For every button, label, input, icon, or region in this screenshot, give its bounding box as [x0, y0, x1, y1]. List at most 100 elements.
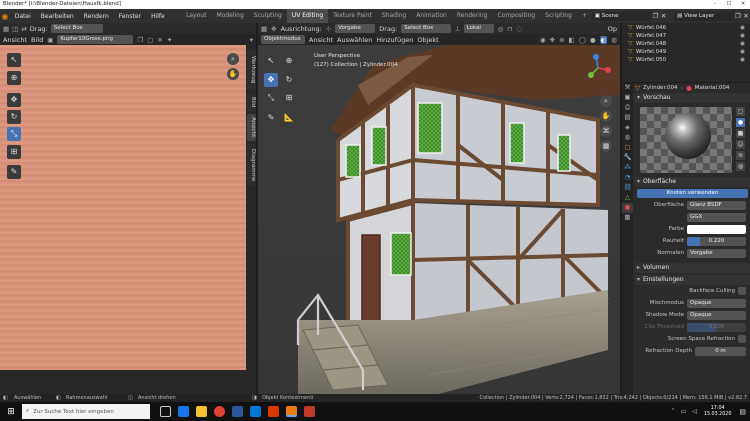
- tab-shading[interactable]: Shading: [377, 9, 411, 23]
- image-pin-icon[interactable]: ✦: [167, 36, 172, 44]
- image-unlink-icon[interactable]: ✕: [157, 36, 162, 44]
- material-tab-icon[interactable]: ●: [622, 203, 633, 213]
- vp-scale-tool-icon[interactable]: ⤡: [264, 91, 278, 105]
- material-shading-icon[interactable]: ◐: [599, 35, 608, 44]
- task-view-icon[interactable]: [159, 406, 171, 417]
- vp-annotate-tool-icon[interactable]: ✎: [264, 111, 278, 125]
- outliner-item[interactable]: ▽ Würfel.049 ◉: [622, 48, 750, 56]
- solid-shading-icon[interactable]: ●: [590, 36, 596, 44]
- mode-dropdown[interactable]: Objektmodus: [261, 35, 305, 44]
- shadow-mode-dropdown[interactable]: Opaque: [687, 310, 746, 320]
- uv-editor-type-icon[interactable]: ▦: [3, 25, 9, 33]
- uv-select-vertex-icon[interactable]: ◫: [12, 25, 18, 33]
- blender-taskbar-icon[interactable]: [285, 406, 297, 417]
- rotate-tool-icon[interactable]: ↻: [7, 110, 21, 124]
- xray-icon[interactable]: ◧: [569, 36, 575, 44]
- taskbar-clock[interactable]: 17:04 15.03.2020: [704, 406, 731, 418]
- proportional-icon[interactable]: ◌: [516, 25, 522, 33]
- settings-section-header[interactable]: Einstellungen: [635, 275, 750, 285]
- vp-ortho-icon[interactable]: ▦: [600, 140, 612, 152]
- visibility-icon[interactable]: ◉: [540, 36, 546, 44]
- uv-view-menu[interactable]: Ansicht: [3, 36, 27, 44]
- texture-tab-icon[interactable]: ▦: [622, 213, 633, 223]
- normal-dropdown[interactable]: Vorgabe: [687, 248, 746, 258]
- preview-cube-icon[interactable]: ■: [736, 129, 745, 138]
- cursor-tool-icon[interactable]: ⊕: [7, 71, 21, 85]
- tweak-tool-icon[interactable]: ↖: [7, 53, 21, 67]
- scene-selector[interactable]: ▣ Scene: [591, 11, 652, 21]
- viewport-menu-add[interactable]: Hinzufügen: [376, 36, 413, 44]
- chrome-icon[interactable]: [213, 406, 225, 417]
- scene-tab-icon[interactable]: ◈: [622, 123, 633, 133]
- options-label[interactable]: Op: [608, 25, 617, 33]
- eye-icon[interactable]: ◉: [740, 40, 745, 48]
- roughness-slider[interactable]: 0.220: [687, 236, 746, 246]
- tab-animation[interactable]: Animation: [411, 9, 452, 23]
- delete-scene-icon[interactable]: ✕: [660, 12, 668, 20]
- powerpoint-icon[interactable]: [267, 406, 279, 417]
- vp-transform-tool-icon[interactable]: ⊞: [282, 91, 296, 105]
- viewport-select-mode-dropdown[interactable]: Select Box: [401, 24, 452, 33]
- preview-flat-icon[interactable]: ▢: [736, 107, 745, 116]
- vp-zoom-icon[interactable]: ⌕: [600, 95, 612, 107]
- vp-pan-icon[interactable]: ✋: [600, 110, 612, 122]
- tab-sculpting[interactable]: Sculpting: [249, 9, 287, 23]
- pivot-icon[interactable]: ◎: [498, 25, 504, 33]
- word-icon[interactable]: [231, 406, 243, 417]
- wireframe-shading-icon[interactable]: ◯: [579, 36, 586, 44]
- uv-view-options-icon[interactable]: ▾: [250, 36, 253, 44]
- color-swatch[interactable]: [687, 224, 746, 234]
- tab-layout[interactable]: Layout: [181, 9, 211, 23]
- surface-shader-dropdown[interactable]: Glanz BSDF: [687, 200, 746, 210]
- delete-view-layer-icon[interactable]: ✕: [742, 12, 750, 20]
- vp-select-tool-icon[interactable]: ↖: [264, 54, 278, 68]
- blend-mode-dropdown[interactable]: Opaque: [687, 298, 746, 308]
- refraction-depth-field[interactable]: 0 m: [695, 346, 746, 356]
- preview-section-header[interactable]: Vorschau: [635, 93, 750, 103]
- tab-texture-paint[interactable]: Texture Paint: [328, 9, 377, 23]
- copper-texture-image[interactable]: [0, 45, 246, 370]
- clip-threshold-slider[interactable]: 0.500: [687, 322, 746, 332]
- viewport-editor-type-icon[interactable]: ▦: [261, 25, 267, 33]
- viewport-menu-view[interactable]: Ansicht: [309, 36, 333, 44]
- move-tool-icon[interactable]: ✥: [7, 93, 21, 107]
- distribution-dropdown[interactable]: GGX: [687, 212, 746, 222]
- preview-hair-icon[interactable]: ≋: [736, 151, 745, 160]
- tab-uv-editing[interactable]: UV Editing: [286, 9, 329, 23]
- surface-section-header[interactable]: Oberfläche: [635, 177, 750, 187]
- minimize-icon[interactable]: –: [708, 0, 722, 9]
- tab-ansicht[interactable]: Ansicht: [247, 114, 256, 141]
- backface-checkbox[interactable]: [738, 287, 746, 295]
- transform-space-dropdown[interactable]: Lokal: [463, 24, 494, 33]
- outliner-item[interactable]: ▽ Würfel.048 ◉: [622, 40, 750, 48]
- menu-edit[interactable]: Bearbeiten: [36, 13, 79, 20]
- uv-sync-icon[interactable]: ⇄: [21, 25, 26, 33]
- vp-cursor-tool-icon[interactable]: ⊕: [282, 54, 296, 68]
- eye-icon[interactable]: ◉: [740, 56, 745, 64]
- tool-tab-icon[interactable]: ⚒: [622, 83, 633, 93]
- annotate-tool-icon[interactable]: ✎: [7, 165, 21, 179]
- explorer-icon[interactable]: [195, 406, 207, 417]
- eye-icon[interactable]: ◉: [740, 24, 745, 32]
- volume-icon[interactable]: ◁: [692, 408, 697, 415]
- snap-icon[interactable]: ⊓: [507, 25, 512, 33]
- view-layer-selector[interactable]: ▤ View Layer: [674, 11, 734, 21]
- image-duplicate-icon[interactable]: ❐: [137, 36, 143, 44]
- gizmo-icon[interactable]: ✥: [550, 36, 555, 44]
- add-workspace-icon[interactable]: +: [577, 9, 592, 23]
- network-icon[interactable]: ▭: [681, 408, 687, 415]
- tab-diagramme[interactable]: Diagramme: [247, 144, 256, 186]
- preview-monkey-icon[interactable]: ☺: [736, 140, 745, 149]
- object-tab-icon[interactable]: ▢: [622, 143, 633, 153]
- world-tab-icon[interactable]: ◍: [622, 133, 633, 143]
- tab-rendering[interactable]: Rendering: [452, 9, 493, 23]
- tab-werkzeug[interactable]: Werkzeug: [247, 50, 256, 90]
- edge-icon[interactable]: [177, 406, 189, 417]
- navigation-gizmo[interactable]: [584, 54, 612, 82]
- orientation-dropdown[interactable]: Vorgabe: [335, 24, 376, 33]
- vp-camera-icon[interactable]: ⌘: [600, 125, 612, 137]
- vp-rotate-tool-icon[interactable]: ↻: [282, 73, 296, 87]
- tab-scripting[interactable]: Scripting: [540, 9, 577, 23]
- tray-arrow-icon[interactable]: ˄: [672, 408, 675, 415]
- render-tab-icon[interactable]: ▣: [622, 93, 633, 103]
